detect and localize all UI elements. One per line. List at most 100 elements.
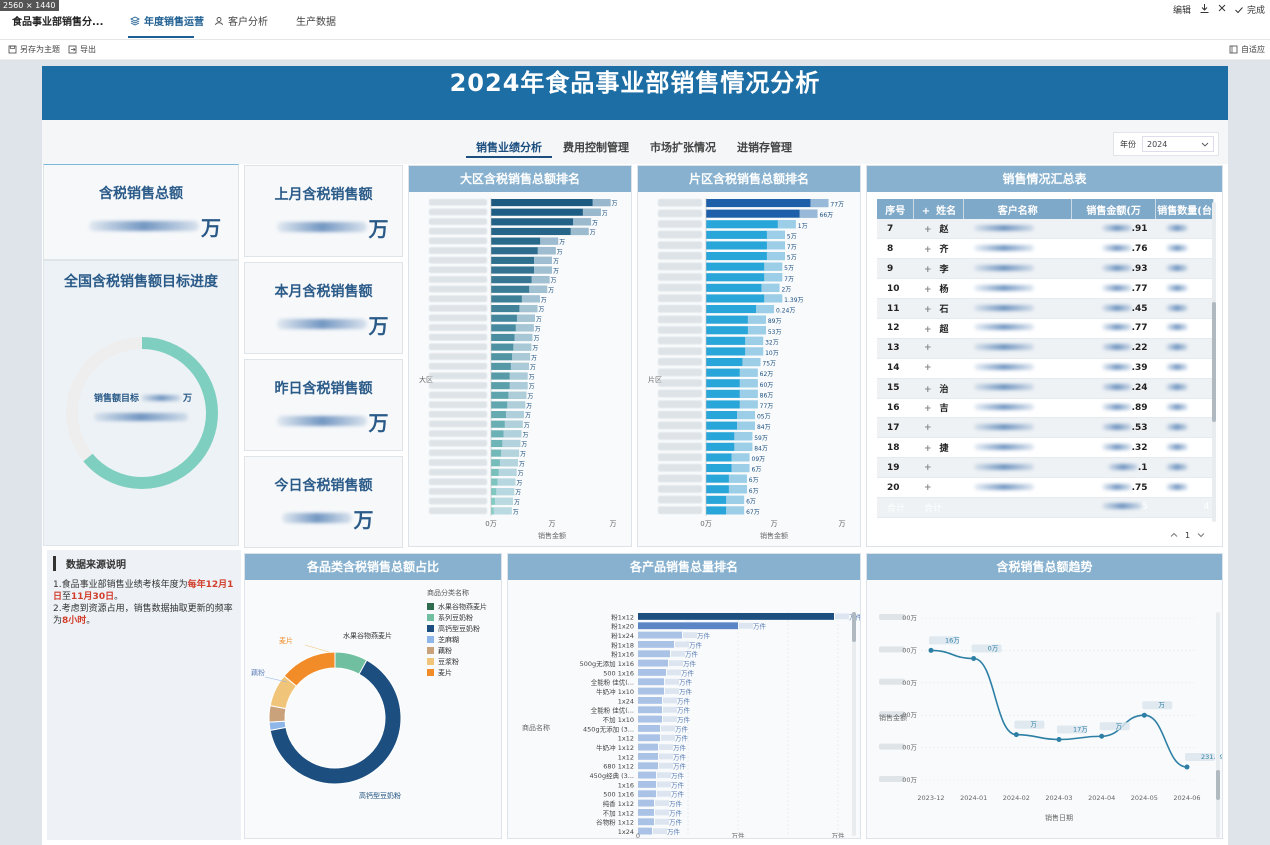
district-rank-panel: 片区含税销售总额排名 片区 77万 66万 1万 5万 7万 5万 5万 7万 2万 1.39万 0.…: [637, 165, 861, 547]
bar-value-label: 万件: [697, 631, 711, 640]
subtab-expense-control[interactable]: 费用控制管理: [563, 139, 629, 155]
table-row[interactable]: 15 + 治 .24: [877, 378, 1214, 399]
point-label-masked: [1142, 701, 1173, 710]
cell-customer: [963, 318, 1072, 339]
dimension-tag: 2560 × 1440: [0, 0, 59, 11]
bar-value-masked: [537, 247, 556, 255]
bar-value-masked: [675, 641, 689, 648]
save-as-label: 另存为主题: [20, 45, 60, 54]
table-row[interactable]: 14 + .39: [877, 358, 1214, 379]
table-row[interactable]: 18 + 捷 .32: [877, 437, 1214, 459]
category-label: 粉1x20: [611, 622, 634, 631]
category-label-masked: [658, 347, 702, 355]
bar-value-label: 5万: [787, 255, 797, 262]
save-icon: [8, 45, 17, 54]
table-row[interactable]: 19 + .1: [877, 457, 1214, 479]
bar: [638, 725, 660, 732]
table-row[interactable]: 13 + .22: [877, 338, 1214, 359]
table-row[interactable]: 9 + 李 .93: [877, 258, 1214, 280]
trend-point: [971, 656, 977, 661]
tab-customer-analysis[interactable]: 客户分析: [214, 13, 268, 28]
col-customer[interactable]: 客户名称: [963, 199, 1073, 219]
legend-item[interactable]: 水果谷物燕麦片: [427, 601, 487, 612]
table-scroll-thumb[interactable]: [1212, 302, 1216, 422]
subtab-inventory[interactable]: 进销存管理: [737, 139, 792, 155]
table-row[interactable]: 12 + 超 .77: [877, 318, 1214, 339]
category-label-masked: [429, 247, 487, 254]
year-select[interactable]: 2024: [1142, 136, 1214, 152]
category-label: 680 1x12: [603, 763, 634, 771]
cell-customer: [963, 477, 1072, 498]
finish-button[interactable]: 完成: [1234, 3, 1265, 16]
table-row[interactable]: 20 + .75: [877, 477, 1214, 498]
bar-value-label: 万: [541, 297, 547, 304]
export-button[interactable]: 导出: [68, 44, 96, 55]
bar: [638, 697, 662, 704]
legend-item[interactable]: 麦片: [427, 667, 487, 678]
bar-value-label: 万: [602, 210, 608, 217]
bar-value-label: 万: [531, 355, 537, 362]
bar-value-label: 6万: [749, 477, 759, 484]
category-label: 1x12: [618, 735, 634, 743]
save-as-theme-button[interactable]: 另存为主题: [8, 44, 60, 55]
bar-value-label: 7万: [787, 244, 797, 251]
legend-item[interactable]: 高钙型豆奶粉: [427, 623, 487, 634]
table-row[interactable]: 16 + 吉 .89: [877, 398, 1214, 419]
col-no[interactable]: 序号: [877, 199, 915, 219]
category-label-masked: [658, 379, 702, 387]
bar-value-masked: [508, 391, 527, 399]
edit-button[interactable]: 编辑: [1173, 3, 1191, 16]
legend-item[interactable]: 豆浆粉: [427, 656, 487, 667]
table-row[interactable]: 7 + 赵 .91: [877, 219, 1214, 240]
category-label-masked: [429, 256, 487, 264]
bar-value-label: 万件: [669, 808, 683, 817]
bar-value-label: 万件: [673, 762, 687, 771]
table-scrollbar[interactable]: [1212, 202, 1216, 522]
fit-screen-button[interactable]: 自适应: [1229, 44, 1265, 55]
legend-swatch: [427, 625, 434, 632]
legend-item[interactable]: 芝麻糊: [427, 634, 487, 645]
slice-label: 麦片: [279, 636, 293, 645]
legend-item[interactable]: 藕粉: [427, 645, 487, 656]
category-label-masked: [429, 478, 487, 486]
cell-customer: [963, 219, 1072, 240]
cell-name-text: 杨: [939, 285, 949, 296]
cell-customer: [963, 258, 1072, 280]
bar-value-label: 万: [518, 470, 524, 477]
tab-annual-sales[interactable]: 年度销售运营: [130, 13, 204, 28]
subtab-sales-performance[interactable]: 销售业绩分析: [476, 139, 542, 155]
table-row[interactable]: 11 + 石 .45: [877, 298, 1214, 319]
bar-value-masked: [731, 453, 750, 462]
subtab-market-expansion[interactable]: 市场扩张情况: [650, 139, 716, 155]
col-qty[interactable]: 销售数量(台: [1155, 199, 1214, 219]
data-source-panel: 数据来源说明 1.食品事业部销售业绩考核年度为每年12月1日至11月30日。 2…: [47, 550, 241, 840]
chevron-up-icon[interactable]: [1169, 530, 1179, 540]
bar-value-masked: [507, 401, 526, 409]
download-button[interactable]: [1199, 3, 1210, 14]
category-label-masked: [429, 362, 487, 370]
close-button[interactable]: [1217, 3, 1227, 13]
table-row[interactable]: 8 + 齐 .76: [877, 238, 1214, 260]
tab-production-data[interactable]: 生产数据: [296, 13, 336, 28]
kpi-value-masked: [281, 513, 352, 523]
bar-value-label: 77万: [760, 403, 774, 410]
col-name[interactable]: + 姓名: [913, 199, 965, 219]
cell-qty: [1155, 238, 1214, 260]
category-label-masked: [658, 464, 702, 472]
kpi-this-month: 本月含税销售额 万: [244, 262, 403, 354]
bar-value-label: 66万: [820, 212, 834, 219]
chevron-down-icon[interactable]: [1196, 530, 1206, 540]
table-row[interactable]: 10 + 杨 .77: [877, 278, 1214, 300]
kpi-unit: 万: [201, 215, 221, 240]
category-label-masked: [429, 218, 487, 225]
legend-label: 藕粉: [438, 646, 452, 655]
category-label: 1x24: [618, 697, 634, 705]
cell-name: + 治: [913, 378, 964, 399]
table-row[interactable]: 17 + .53: [877, 417, 1214, 439]
category-label-masked: [429, 305, 487, 312]
cell-customer: [963, 398, 1072, 419]
district-rank-chart: 片区77万66万1万5万7万5万5万7万2万1.39万0.24万89万53万32…: [648, 198, 846, 540]
legend-item[interactable]: 系列豆奶粉: [427, 612, 487, 623]
col-amount[interactable]: 销售金额(万: [1071, 199, 1157, 219]
cell-no: 7: [877, 219, 914, 240]
